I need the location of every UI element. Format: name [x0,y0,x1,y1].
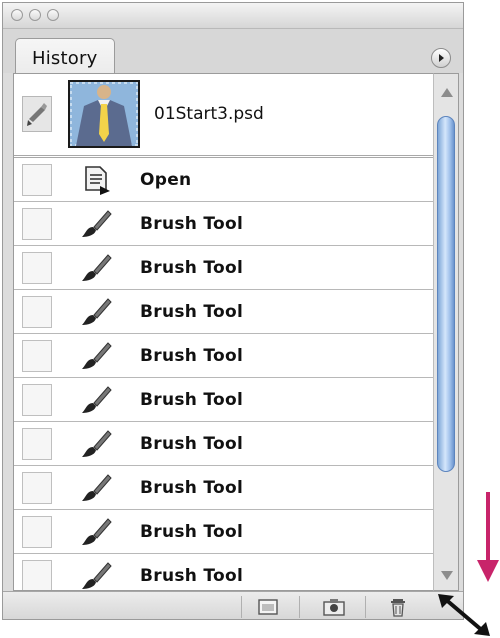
vertical-scrollbar[interactable] [433,73,459,591]
history-brush-source-box[interactable] [22,96,52,132]
divider [365,596,366,618]
divider [241,596,242,618]
new-document-from-state-icon [258,599,278,615]
tab-history[interactable]: History [15,38,115,73]
history-state-brush-tool[interactable]: Brush Tool [14,290,433,334]
brush-icon [82,430,112,457]
close-button[interactable] [11,9,23,21]
state-source-box[interactable] [22,340,52,372]
state-source-box[interactable] [22,428,52,460]
brush-icon [82,298,112,325]
history-state-brush-tool[interactable]: Brush Tool [14,466,433,510]
scrollbar-thumb[interactable] [437,116,455,472]
delete-state-button[interactable] [385,596,411,618]
brush-icon [82,254,112,281]
history-state-brush-tool[interactable]: Brush Tool [14,554,433,590]
new-snapshot-icon [323,599,345,616]
history-state-label: Brush Tool [140,522,244,542]
snapshot-row[interactable]: 01Start3.psd [14,74,433,158]
scroll-up-arrow-icon[interactable] [441,88,453,97]
trash-icon [391,599,405,617]
play-arrow-icon [439,54,444,62]
history-state-label: Brush Tool [140,390,244,410]
window-titlebar [3,3,463,29]
history-state-label: Open [140,170,192,190]
create-new-snapshot-button[interactable] [321,596,347,618]
brush-icon [82,562,112,589]
snapshot-thumbnail [68,80,140,148]
history-state-brush-tool[interactable]: Brush Tool [14,246,433,290]
open-document-icon [85,166,110,195]
minimize-button[interactable] [29,9,41,21]
state-source-box[interactable] [22,560,52,590]
history-state-open[interactable]: Open [14,158,433,202]
create-new-document-button[interactable] [255,596,281,618]
history-state-brush-tool[interactable]: Brush Tool [14,422,433,466]
history-state-label: Brush Tool [140,434,244,454]
history-state-label: Brush Tool [140,214,244,234]
history-state-label: Brush Tool [140,258,244,278]
history-state-brush-tool[interactable]: Brush Tool [14,378,433,422]
state-source-box[interactable] [22,208,52,240]
state-source-box[interactable] [22,164,52,196]
history-panel: History 01Start3.psd Open Brush Tool Bru… [2,2,464,620]
state-source-box[interactable] [22,296,52,328]
brush-icon [82,342,112,369]
state-source-box[interactable] [22,516,52,548]
history-state-brush-tool[interactable]: Brush Tool [14,510,433,554]
panel-bottom-bar [3,591,463,619]
brush-icon [82,518,112,545]
tab-history-label: History [32,48,98,69]
divider [299,596,300,618]
zoom-button[interactable] [47,9,59,21]
history-state-brush-tool[interactable]: Brush Tool [14,202,433,246]
resize-handle-arrow-icon[interactable] [434,592,492,638]
history-state-label: Brush Tool [140,478,244,498]
tab-row: History [3,29,463,73]
history-state-label: Brush Tool [140,566,244,586]
snapshot-thumbnail-image [70,82,138,146]
history-state-label: Brush Tool [140,302,244,322]
scroll-down-arrow-icon[interactable] [441,571,453,580]
state-source-box[interactable] [22,384,52,416]
history-list: 01Start3.psd Open Brush Tool Brush Tool … [13,73,433,591]
history-brush-icon [27,103,47,126]
panel-menu-button[interactable] [431,48,451,68]
brush-icon [82,210,112,237]
brush-icon [82,474,112,501]
brush-icon [82,386,112,413]
state-source-box[interactable] [22,252,52,284]
scroll-down-annotation-arrow-icon [477,492,499,582]
history-state-brush-tool[interactable]: Brush Tool [14,334,433,378]
history-state-label: Brush Tool [140,346,244,366]
snapshot-name: 01Start3.psd [154,104,264,124]
state-source-box[interactable] [22,472,52,504]
